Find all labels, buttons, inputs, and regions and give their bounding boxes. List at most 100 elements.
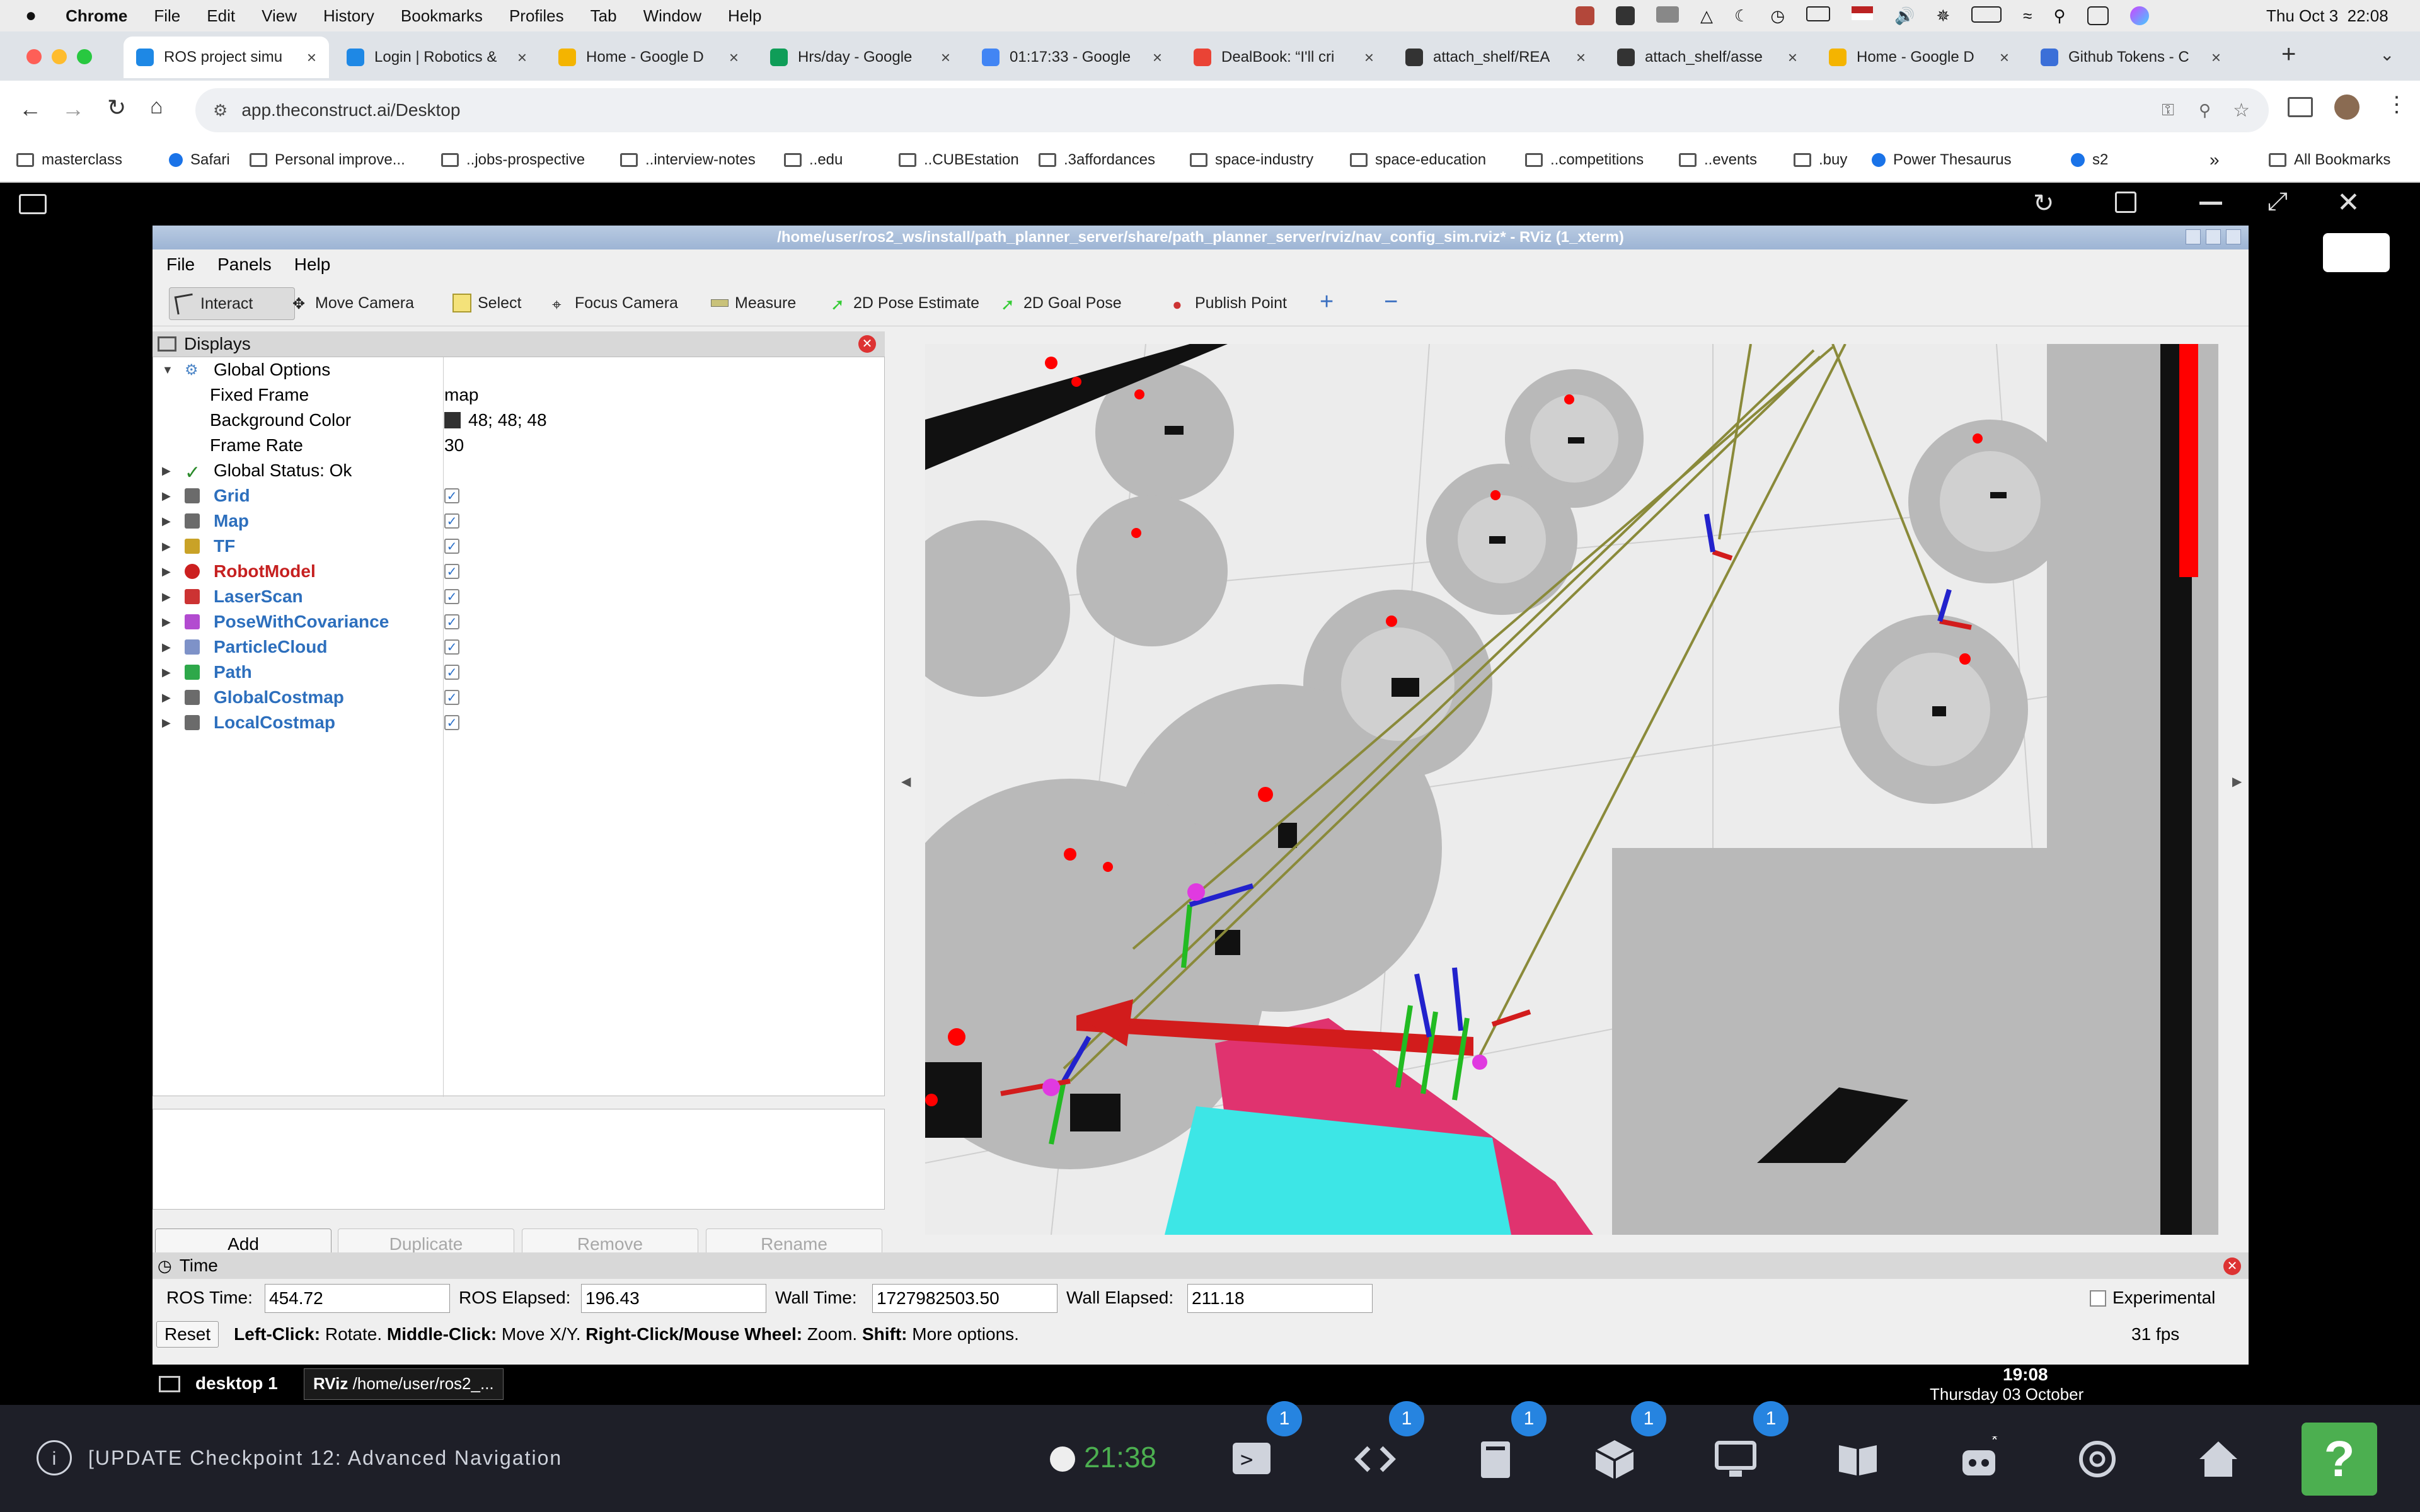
terminal-icon[interactable]: > (1229, 1436, 1274, 1482)
expand-down-icon[interactable]: ▼ (162, 364, 173, 377)
all-bookmarks[interactable]: All Bookmarks (2269, 151, 2390, 169)
bookmarks-overflow-icon[interactable]: » (2210, 150, 2220, 170)
display-enabled-checkbox[interactable]: ✓ (444, 715, 459, 730)
display-row[interactable]: ▶ Grid ✓ (153, 483, 884, 508)
tool-select[interactable]: Select (446, 287, 527, 319)
bluetooth-icon[interactable]: ✵ (1936, 6, 1950, 26)
extension-icon[interactable] (1576, 6, 1594, 25)
fixed-frame-value[interactable]: map (444, 385, 478, 405)
forward-icon[interactable]: → (62, 96, 84, 122)
display-row[interactable]: ▶ PoseWithCovariance ✓ (153, 609, 884, 634)
menu-view[interactable]: View (262, 6, 297, 26)
frame-rate-value[interactable]: 30 (444, 435, 464, 455)
wall-elapsed-field[interactable]: 211.18 (1187, 1284, 1373, 1313)
home-dock-icon[interactable] (2196, 1436, 2241, 1482)
display-row[interactable]: ▶ RobotModel ✓ (153, 559, 884, 584)
display-enabled-checkbox[interactable]: ✓ (444, 614, 459, 629)
tab-close-icon[interactable]: × (935, 48, 950, 67)
book-icon[interactable] (1835, 1436, 1881, 1482)
bookmark-item[interactable]: .buy (1794, 151, 1847, 169)
siri-icon[interactable] (2129, 6, 2149, 25)
expand-right-icon[interactable]: ▶ (162, 666, 171, 679)
tab-close-icon[interactable]: × (1993, 48, 2009, 67)
warning-icon[interactable]: △ (1700, 6, 1713, 26)
tab-close-icon[interactable]: × (1146, 48, 1162, 67)
wall-time-field[interactable]: 1727982503.50 (872, 1284, 1057, 1313)
wifi-icon[interactable]: ≈ (2023, 6, 2032, 26)
password-key-icon[interactable]: ⚿ (2162, 100, 2174, 120)
open-external-icon[interactable] (2115, 192, 2136, 213)
collapse-left-icon[interactable]: ◀ (901, 774, 911, 789)
display-enabled-checkbox[interactable]: ✓ (444, 639, 459, 655)
window-close-button[interactable] (26, 49, 42, 64)
gazebo-cube-icon[interactable] (1592, 1436, 1637, 1482)
info-icon[interactable]: i (37, 1440, 72, 1475)
tab-close-icon[interactable]: × (1570, 48, 1586, 67)
tab-close-icon[interactable]: × (723, 48, 739, 67)
tool-focus-camera[interactable]: ⌖ Focus Camera (546, 287, 684, 319)
menu-tab[interactable]: Tab (591, 6, 617, 26)
background-color-value[interactable]: 48; 48; 48 (468, 410, 547, 430)
notebook-icon[interactable] (1472, 1436, 1518, 1482)
tab-close-icon[interactable]: × (2205, 48, 2221, 67)
bookmark-item[interactable]: Power Thesaurus (1872, 151, 2012, 169)
display-row[interactable]: ▶ LocalCostmap ✓ (153, 710, 884, 735)
desktop-icon[interactable] (159, 1376, 180, 1392)
browser-tab[interactable]: Github Tokens - C × (2028, 37, 2233, 78)
menu-history[interactable]: History (323, 6, 374, 26)
bookmark-item[interactable]: Safari (169, 151, 230, 169)
displays-close-button[interactable]: ✕ (858, 335, 876, 353)
bookmark-item[interactable]: s2 (2071, 151, 2108, 169)
expand-right-icon[interactable]: ▶ (162, 540, 171, 553)
collapse-right-icon[interactable]: ▶ (2232, 774, 2242, 789)
rviz-title-bar[interactable]: /home/user/ros2_ws/install/path_planner_… (153, 226, 2249, 249)
expand-right-icon[interactable]: ▶ (162, 691, 171, 704)
flag-icon[interactable] (1852, 6, 1873, 20)
bookmark-item[interactable]: ..CUBEstation (899, 151, 1019, 169)
tab-close-icon[interactable]: × (1782, 48, 1797, 67)
bookmark-item[interactable]: masterclass (16, 151, 122, 169)
control-center-icon[interactable] (2087, 6, 2109, 25)
tool-publish-point[interactable]: ● Publish Point (1166, 287, 1293, 319)
battery-icon[interactable] (1971, 6, 2002, 23)
volume-icon[interactable]: 🔊 (1894, 6, 1915, 26)
rviz-close-button[interactable] (2226, 229, 2241, 244)
url-field[interactable]: ⚙ app.theconstruct.ai/Desktop ⚿ ⚲ ☆ (195, 88, 2269, 132)
reload-icon[interactable]: ↻ (107, 94, 126, 121)
screen-switch-icon[interactable] (2323, 233, 2390, 272)
time-panel-close-button[interactable]: ✕ (2223, 1257, 2241, 1275)
tool-move-camera[interactable]: ✥ Move Camera (286, 287, 420, 319)
menu-edit[interactable]: Edit (207, 6, 235, 26)
bookmark-item[interactable]: ..edu (784, 151, 843, 169)
moon-icon[interactable]: ☾ (1734, 6, 1749, 26)
fullscreen-icon[interactable]: ⤢ (2267, 188, 2288, 216)
bookmark-star-icon[interactable]: ☆ (2233, 100, 2250, 122)
menu-clock[interactable]: Thu Oct 3 22:08 (2266, 6, 2388, 26)
tree-row-global-options[interactable]: ▼ ⚙ Global Options (153, 357, 884, 382)
display-row[interactable]: ▶ Map ✓ (153, 508, 884, 534)
home-icon[interactable]: ⌂ (150, 94, 163, 119)
code-editor-icon[interactable] (1352, 1436, 1398, 1482)
window-zoom-button[interactable] (77, 49, 92, 64)
checkpoint-text[interactable]: [UPDATE Checkpoint 12: Advanced Navigati… (88, 1446, 562, 1470)
rviz-menu-panels[interactable]: Panels (217, 255, 272, 275)
task-rviz[interactable]: RViz /home/user/ros2_... (304, 1368, 504, 1400)
graphical-tools-icon[interactable] (1713, 1436, 1758, 1482)
display-row[interactable]: ▶ Path ✓ (153, 660, 884, 685)
tree-row-fixed-frame[interactable]: Fixed Frame map (153, 382, 884, 408)
browser-tab[interactable]: Home - Google D × (546, 37, 751, 78)
remove-tool-icon[interactable]: − (1384, 289, 1398, 316)
close-icon[interactable]: ✕ (2337, 186, 2360, 219)
3d-viewport[interactable] (925, 344, 2218, 1235)
menu-file[interactable]: File (154, 6, 180, 26)
tree-row-background-color[interactable]: Background Color 48; 48; 48 (153, 408, 884, 433)
app-menu[interactable]: Chrome (66, 6, 127, 26)
browser-tab[interactable]: attach_shelf/asse × (1605, 37, 1810, 78)
display-row[interactable]: ▶ TF ✓ (153, 534, 884, 559)
experimental-checkbox[interactable] (2090, 1290, 2106, 1307)
rviz-menu-help[interactable]: Help (294, 255, 331, 275)
openai-icon[interactable] (2075, 1436, 2120, 1482)
display-enabled-checkbox[interactable]: ✓ (444, 564, 459, 579)
clock-icon[interactable]: ◷ (1770, 6, 1785, 26)
apple-icon[interactable]: ● (25, 5, 37, 26)
